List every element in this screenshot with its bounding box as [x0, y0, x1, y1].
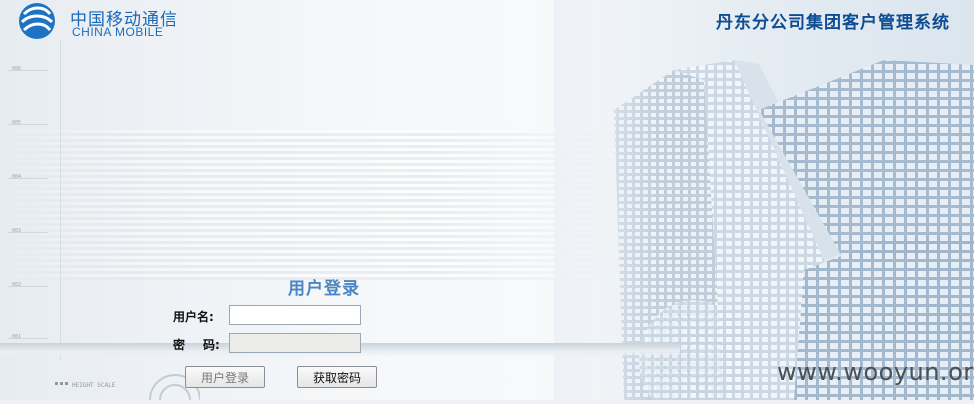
height-scale-bar: HEIGHT SCALE [0, 370, 201, 401]
scale-number: 005 [12, 120, 22, 126]
china-mobile-logo-icon [19, 3, 55, 39]
height-scale-decoration: 006 005 004 003 002 001 [0, 40, 61, 360]
get-password-button[interactable]: 获取密码 [297, 366, 377, 388]
system-title: 丹东分公司集团客户管理系统 [716, 13, 950, 33]
password-label-part1: 密 [173, 338, 186, 352]
speed-lines-decoration [0, 130, 620, 280]
buildings-graphic [554, 0, 974, 400]
height-scale-label: HEIGHT SCALE [72, 382, 116, 389]
scale-number: 002 [12, 282, 22, 288]
watermark-text: www.wooyun.org [777, 358, 974, 386]
logo-english-text: CHINA MOBILE [72, 25, 164, 39]
scale-number: 001 [12, 334, 22, 340]
login-title: 用户登录 [288, 279, 360, 299]
password-input[interactable] [229, 333, 361, 353]
username-label: 用户名: [173, 310, 214, 324]
height-scale-graphic: HEIGHT SCALE [55, 374, 201, 401]
scale-number: 004 [12, 174, 22, 180]
password-label-part2: 码: [203, 338, 220, 352]
username-input[interactable] [229, 305, 361, 325]
password-label: 密 码: [173, 336, 220, 353]
login-button[interactable]: 用户登录 [185, 366, 265, 388]
china-mobile-logo: 中国移动通信 CHINA MOBILE [14, 2, 184, 42]
scale-number: 006 [12, 66, 22, 72]
scale-number: 003 [12, 228, 22, 234]
